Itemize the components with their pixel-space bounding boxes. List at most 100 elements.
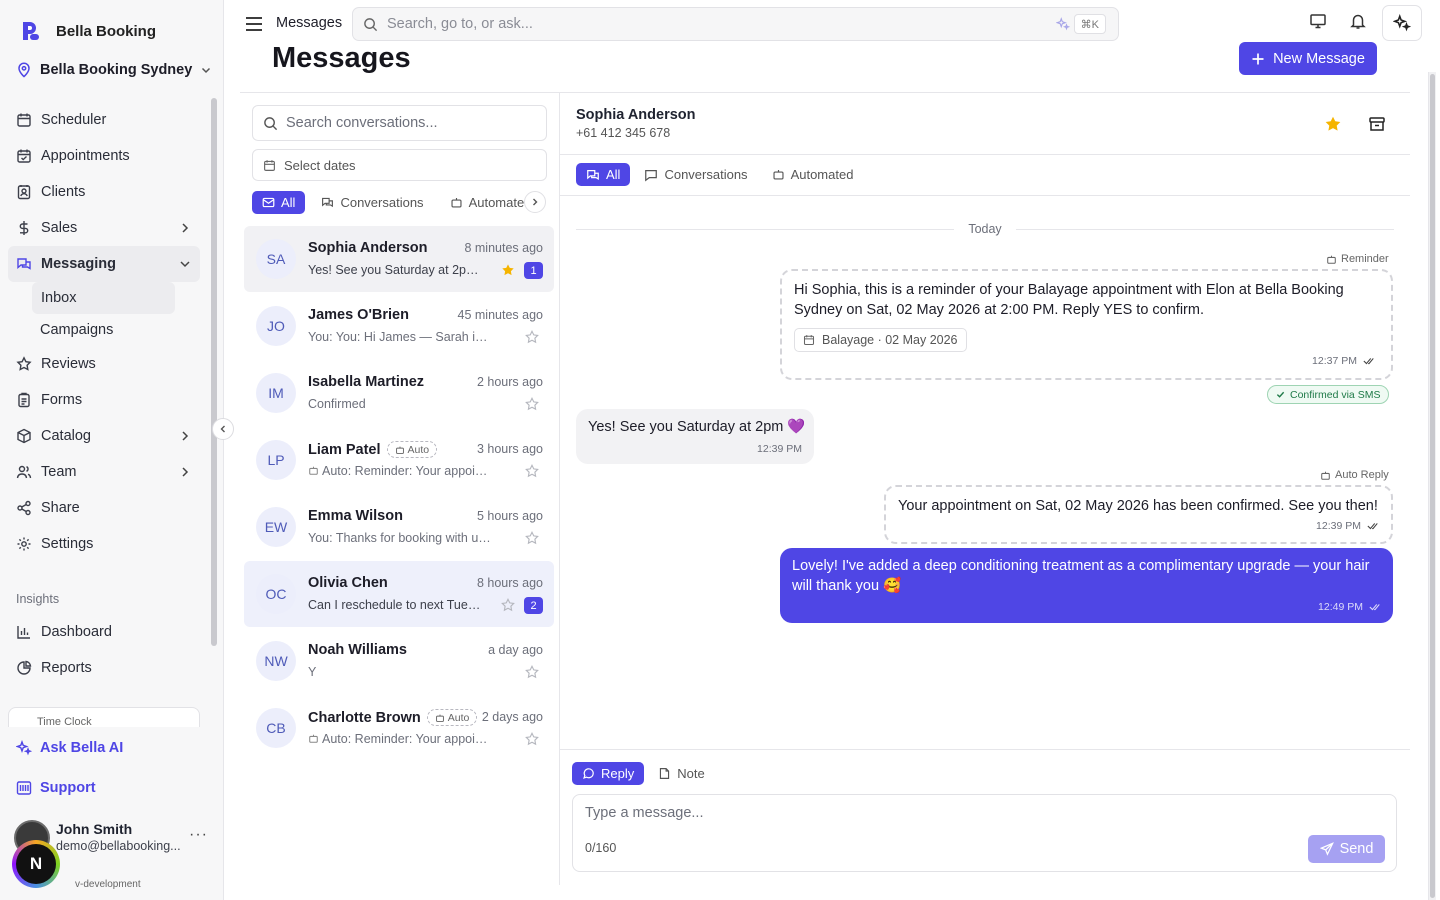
- preview-prefix: Auto:: [322, 464, 355, 478]
- star-outline-icon[interactable]: [525, 464, 539, 478]
- thread-tabs: All Conversations Automated: [576, 163, 863, 186]
- nav-label: Clients: [41, 184, 86, 200]
- time-clock-card[interactable]: Time Clock: [8, 707, 200, 727]
- conversation-preview: Y: [308, 665, 317, 679]
- ai-assistant-button[interactable]: [1382, 5, 1422, 41]
- nav-share[interactable]: Share: [8, 490, 200, 526]
- bot-icon: [395, 446, 404, 454]
- sparkles-icon: [1056, 17, 1070, 31]
- contact-name-text: Isabella Martinez: [308, 374, 425, 390]
- contact-name: Isabella Martinez: [308, 374, 424, 390]
- bot-icon: [1321, 471, 1330, 480]
- conversation-item[interactable]: LP Liam Patel Auto 3 hours ago Auto: Rem…: [244, 427, 554, 493]
- dollar-icon: [19, 221, 29, 235]
- menu-icon[interactable]: [244, 14, 264, 34]
- nav-sales[interactable]: Sales: [8, 210, 200, 246]
- contact-name: Charlotte Brown Auto: [308, 709, 478, 726]
- ask-bella-ai-button[interactable]: Ask Bella AI: [16, 740, 123, 756]
- tab-note[interactable]: Note: [648, 762, 714, 785]
- conversation-item[interactable]: SA Sophia Anderson 8 minutes ago Yes! Se…: [244, 226, 554, 292]
- conversation-item[interactable]: EW Emma Wilson 5 hours ago You: Thanks f…: [244, 494, 554, 560]
- more-icon[interactable]: ···: [189, 826, 208, 844]
- star-filled-icon[interactable]: [501, 263, 515, 277]
- new-message-label: New Message: [1273, 50, 1365, 67]
- send-button[interactable]: Send: [1308, 835, 1385, 863]
- nav-clients[interactable]: Clients: [8, 174, 200, 210]
- tab-label: Note: [677, 766, 705, 781]
- nav-settings[interactable]: Settings: [8, 526, 200, 562]
- star-outline-icon[interactable]: [525, 531, 539, 545]
- nav-inbox[interactable]: Inbox: [32, 282, 175, 314]
- conversation-item[interactable]: IM Isabella Martinez 2 hours ago Confirm…: [244, 360, 554, 426]
- conversation-preview: Auto: Reminder: Your appointment with: [308, 732, 493, 746]
- nav-campaigns[interactable]: Campaigns: [8, 314, 200, 346]
- contact-name: Sophia Anderson: [308, 240, 428, 256]
- date-range-label: Select dates: [284, 157, 356, 173]
- tab-automated[interactable]: Automated: [762, 163, 864, 186]
- nav-scheduler[interactable]: Scheduler: [8, 102, 200, 138]
- conversation-item[interactable]: NW Noah Williams a day ago Y: [244, 628, 554, 694]
- nav-label: Appointments: [41, 148, 130, 164]
- nav-reviews[interactable]: Reviews: [8, 346, 200, 382]
- nav-messaging[interactable]: Messaging: [8, 246, 200, 282]
- tab-all[interactable]: All: [576, 163, 631, 186]
- nav-dashboard[interactable]: Dashboard: [8, 614, 200, 650]
- user-name: John Smith: [56, 821, 133, 837]
- date-range-picker[interactable]: Select dates: [252, 149, 547, 181]
- filter-all[interactable]: All: [252, 190, 306, 214]
- global-search[interactable]: ⌘K: [352, 7, 1119, 41]
- filters-scroll-right[interactable]: [524, 191, 546, 213]
- nav-appointments[interactable]: Appointments: [8, 138, 200, 174]
- message-input[interactable]: [585, 805, 1285, 827]
- page-title: Messages: [272, 42, 411, 74]
- star-icon: [16, 356, 32, 371]
- nav-label: Scheduler: [41, 112, 107, 128]
- date-separator: Today: [576, 221, 1394, 237]
- brand[interactable]: Bella Booking: [20, 20, 156, 42]
- page-scrollbar[interactable]: [1428, 72, 1436, 900]
- conversation-search[interactable]: [252, 105, 547, 141]
- nav-forms[interactable]: Forms: [8, 382, 200, 418]
- conversation-item[interactable]: OC Olivia Chen 8 hours ago Can I resched…: [244, 561, 554, 627]
- location-selector[interactable]: Bella Booking Sydney: [16, 62, 212, 78]
- pie-chart-icon: [17, 660, 32, 675]
- page-scrollbar-thumb[interactable]: [1430, 74, 1435, 898]
- message-time-text: 12:49 PM: [1318, 601, 1363, 613]
- star-outline-icon[interactable]: [525, 397, 539, 411]
- bot-icon: [435, 714, 444, 722]
- nav-catalog[interactable]: Catalog: [8, 418, 200, 454]
- dev-tools-badge[interactable]: N: [12, 840, 60, 888]
- conversation-search-input[interactable]: [286, 115, 526, 131]
- star-filled-icon[interactable]: [1324, 115, 1342, 133]
- conversation-item[interactable]: JO James O'Brien 45 minutes ago You: You…: [244, 293, 554, 359]
- new-message-button[interactable]: New Message: [1239, 42, 1377, 75]
- nav-team[interactable]: Team: [8, 454, 200, 490]
- messages-panel: Select dates All Conversations Automated…: [240, 92, 1410, 885]
- sidebar-scrollbar[interactable]: [211, 98, 217, 646]
- avatar: SA: [256, 239, 296, 279]
- filter-label: Conversations: [340, 194, 424, 210]
- conversation-list: Select dates All Conversations Automated…: [240, 93, 560, 885]
- sparkles-icon: [16, 740, 32, 756]
- composer: 0/160 Send: [572, 794, 1397, 872]
- star-outline-icon[interactable]: [501, 598, 515, 612]
- collapse-sidebar-button[interactable]: [212, 418, 234, 440]
- tab-reply[interactable]: Reply: [572, 762, 645, 785]
- appointment-chip[interactable]: Balayage · 02 May 2026: [794, 328, 967, 352]
- chevron-left-icon: [220, 425, 225, 433]
- star-outline-icon[interactable]: [525, 330, 539, 344]
- bell-icon[interactable]: [1349, 12, 1367, 30]
- star-outline-icon[interactable]: [525, 665, 539, 679]
- conversation-item[interactable]: CB Charlotte Brown Auto 2 days ago Auto:…: [244, 695, 554, 761]
- search-input[interactable]: [387, 16, 1027, 32]
- support-button[interactable]: Support: [16, 780, 96, 796]
- archive-icon[interactable]: [1368, 115, 1386, 133]
- filter-conversations[interactable]: Conversations: [311, 191, 433, 214]
- bot-icon: [773, 170, 784, 180]
- star-outline-icon[interactable]: [525, 732, 539, 746]
- tab-conversations[interactable]: Conversations: [634, 163, 757, 186]
- nav-reports[interactable]: Reports: [8, 650, 200, 686]
- contact-name: Liam Patel Auto: [308, 441, 438, 458]
- nav-label: Messaging: [41, 256, 116, 272]
- monitor-icon[interactable]: [1309, 12, 1327, 30]
